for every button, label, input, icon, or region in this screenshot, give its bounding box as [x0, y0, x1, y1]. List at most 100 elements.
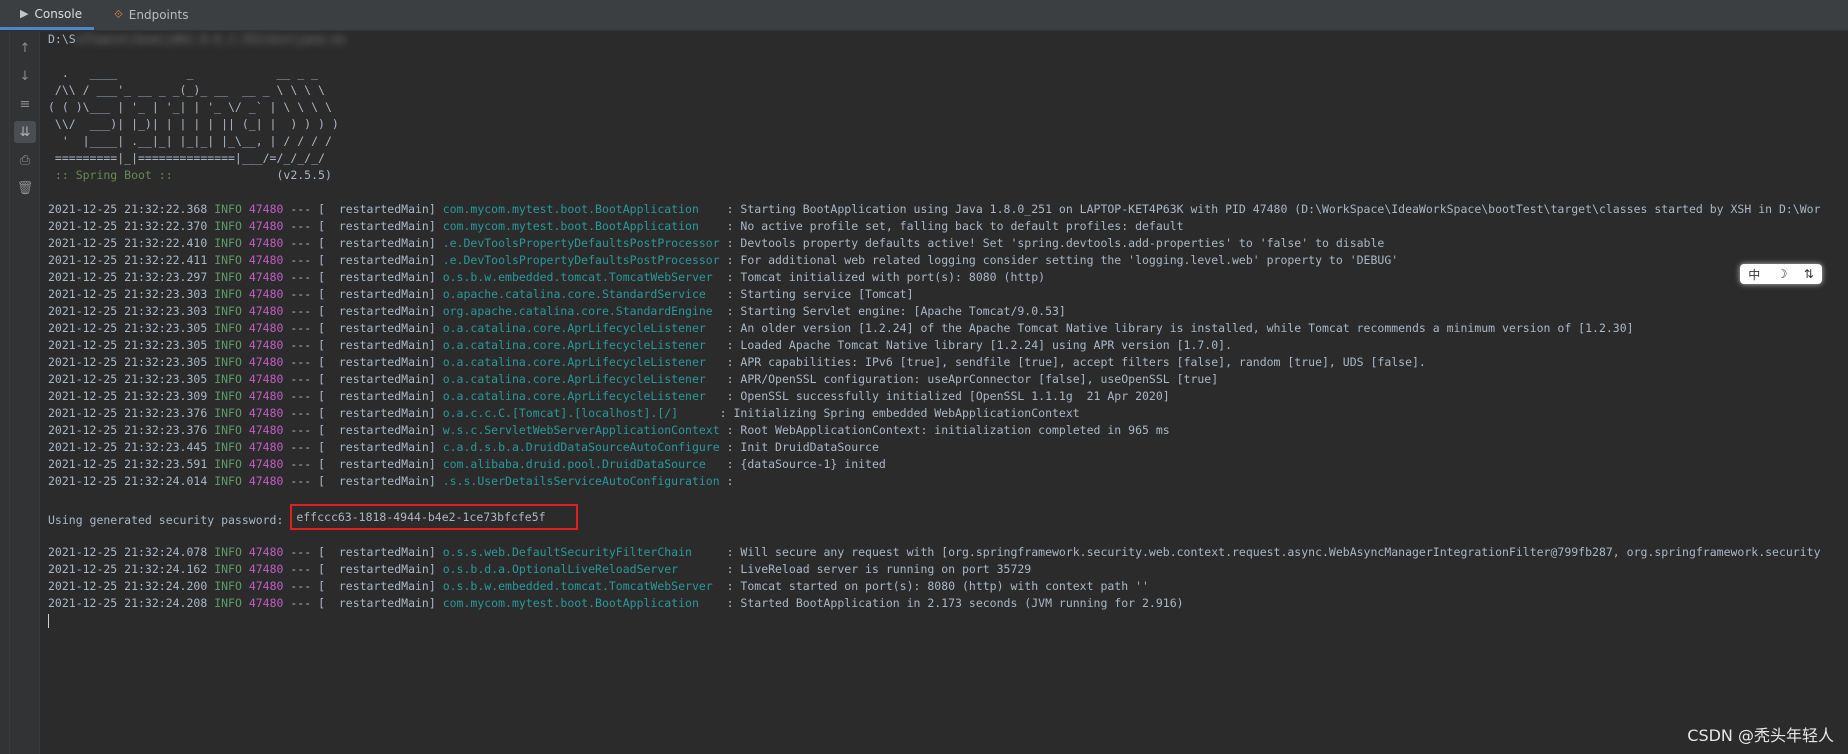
log-message: : Initializing Spring embedded WebApplic…: [719, 406, 1080, 420]
log-timestamp: 2021-12-25 21:32:23.591: [48, 457, 208, 471]
log-logger: w.s.c.ServletWebServerApplicationContext: [442, 423, 727, 437]
log-timestamp: 2021-12-25 21:32:24.208: [48, 596, 208, 610]
command-path-blurred: oftware\Java\jdk1.8.0_: [75, 32, 229, 46]
spring-boot-version-line: :: Spring Boot :: (v2.5.5): [40, 167, 1848, 184]
spring-boot-version: (v2.5.5): [179, 168, 332, 182]
log-pid: 47480: [248, 372, 284, 386]
log-pid: 47480: [248, 406, 284, 420]
log-line: 2021-12-25 21:32:23.303 INFO 47480 --- […: [40, 303, 1848, 320]
log-level: INFO: [214, 406, 242, 420]
log-pid: 47480: [248, 253, 284, 267]
tab-console[interactable]: ▶ Console: [0, 0, 95, 30]
input-cursor-line[interactable]: [40, 612, 1848, 629]
log-pid: 47480: [248, 474, 284, 488]
command-path-prefix: D:\S: [48, 32, 76, 46]
log-level: INFO: [214, 440, 242, 454]
log-message: : Starting service [Tomcat]: [726, 287, 914, 301]
ime-punct-icon[interactable]: ⇅: [1804, 267, 1814, 281]
banner-line: ( ( )\___ | '_ | '_| | '_ \/ _` | \ \ \ …: [48, 100, 332, 114]
log-pid: 47480: [248, 338, 284, 352]
log-level: INFO: [214, 236, 242, 250]
log-message: : For additional web related logging con…: [726, 253, 1399, 267]
log-pid: 47480: [248, 304, 284, 318]
ime-status-widget[interactable]: 中 ☽ ⇅: [1740, 264, 1822, 284]
log-timestamp: 2021-12-25 21:32:23.297: [48, 270, 208, 284]
log-pid: 47480: [248, 579, 284, 593]
log-pid: 47480: [248, 321, 284, 335]
log-message: : LiveReload server is running on port 3…: [726, 562, 1032, 576]
log-thread: --- [ restartedMain]: [283, 236, 443, 250]
log-thread: --- [ restartedMain]: [283, 389, 443, 403]
scroll-to-end-icon[interactable]: ⇊: [14, 121, 36, 143]
log-logger: o.s.b.w.embedded.tomcat.TomcatWebServer: [442, 579, 727, 593]
clear-all-icon[interactable]: 🗑: [14, 177, 36, 199]
log-message: : Will secure any request with [org.spri…: [726, 545, 1821, 559]
log-level: INFO: [214, 253, 242, 267]
log-level: INFO: [214, 474, 242, 488]
log-timestamp: 2021-12-25 21:32:24.014: [48, 474, 208, 488]
log-logger: o.a.catalina.core.AprLifecycleListener: [442, 389, 727, 403]
log-timestamp: 2021-12-25 21:32:24.200: [48, 579, 208, 593]
ime-chinese-icon[interactable]: 中: [1748, 266, 1760, 283]
log-logger: o.s.b.d.a.OptionalLiveReloadServer: [442, 562, 727, 576]
banner-line: /\\ / ___'_ __ _ _(_)_ __ __ _ \ \ \ \: [48, 83, 325, 97]
tab-endpoints[interactable]: ⟐ Endpoints: [94, 0, 200, 30]
log-timestamp: 2021-12-25 21:32:23.305: [48, 338, 208, 352]
log-message: : Root WebApplicationContext: initializa…: [726, 423, 1170, 437]
log-thread: --- [ restartedMain]: [283, 253, 443, 267]
command-line: D:\Software\Java\jdk1.8.0_2.251\bin\java…: [40, 31, 1848, 48]
tab-endpoints-label: Endpoints: [128, 8, 189, 22]
log-pid: 47480: [248, 287, 284, 301]
tool-window-tabbar: ▶ Console ⟐ Endpoints: [0, 0, 1848, 31]
log-logger: com.mycom.mytest.boot.BootApplication: [442, 596, 727, 610]
print-icon[interactable]: ⎙: [14, 149, 36, 171]
scroll-up-icon[interactable]: ↑: [14, 37, 36, 59]
log-timestamp: 2021-12-25 21:32:22.370: [48, 219, 208, 233]
tab-console-label: Console: [34, 6, 83, 21]
console-output[interactable]: D:\Software\Java\jdk1.8.0_2.251\bin\java…: [40, 31, 1848, 754]
password-label: Using generated security password:: [48, 513, 291, 527]
log-logger: o.a.catalina.core.AprLifecycleListener: [442, 372, 727, 386]
log-thread: --- [ restartedMain]: [283, 321, 443, 335]
log-line: 2021-12-25 21:32:24.200 INFO 47480 --- […: [40, 578, 1848, 595]
spring-banner: . ____ _ __ _ _ /\\ / ___'_ __ _ _(_)_ _…: [40, 65, 1848, 167]
log-level: INFO: [214, 219, 242, 233]
log-line: 2021-12-25 21:32:24.208 INFO 47480 --- […: [40, 595, 1848, 612]
ime-moon-icon[interactable]: ☽: [1777, 267, 1788, 281]
log-timestamp: 2021-12-25 21:32:23.376: [48, 406, 208, 420]
log-message: : Starting BootApplication using Java 1.…: [726, 202, 1821, 216]
log-thread: --- [ restartedMain]: [283, 596, 443, 610]
log-thread: --- [ restartedMain]: [283, 372, 443, 386]
scroll-down-icon[interactable]: ↓: [14, 65, 36, 87]
log-message: : APR capabilities: IPv6 [true], sendfil…: [726, 355, 1426, 369]
log-level: INFO: [214, 423, 242, 437]
log-line: 2021-12-25 21:32:22.368 INFO 47480 --- […: [40, 201, 1848, 218]
log-logger: org.apache.catalina.core.StandardEngine: [442, 304, 727, 318]
log-level: INFO: [214, 355, 242, 369]
command-path-suffix: 2.251\bin\java.ex: [228, 32, 346, 46]
log-timestamp: 2021-12-25 21:32:23.303: [48, 287, 208, 301]
log-thread: --- [ restartedMain]: [283, 287, 443, 301]
soft-wrap-icon[interactable]: ≡: [14, 93, 36, 115]
log-line: 2021-12-25 21:32:24.078 INFO 47480 --- […: [40, 544, 1848, 561]
log-thread: --- [ restartedMain]: [283, 406, 443, 420]
log-pid: 47480: [248, 355, 284, 369]
banner-line: . ____ _ __ _ _: [48, 66, 319, 80]
log-message: : Init DruidDataSource: [726, 440, 879, 454]
log-lines-after: 2021-12-25 21:32:24.078 INFO 47480 --- […: [40, 544, 1848, 612]
log-thread: --- [ restartedMain]: [283, 355, 443, 369]
log-pid: 47480: [248, 596, 284, 610]
log-timestamp: 2021-12-25 21:32:24.078: [48, 545, 208, 559]
log-timestamp: 2021-12-25 21:32:24.162: [48, 562, 208, 576]
log-logger: o.a.catalina.core.AprLifecycleListener: [442, 338, 727, 352]
log-line: 2021-12-25 21:32:23.305 INFO 47480 --- […: [40, 354, 1848, 371]
log-line: 2021-12-25 21:32:23.303 INFO 47480 --- […: [40, 286, 1848, 303]
log-pid: 47480: [248, 389, 284, 403]
log-line: 2021-12-25 21:32:23.305 INFO 47480 --- […: [40, 371, 1848, 388]
log-pid: 47480: [248, 270, 284, 284]
log-message: : Tomcat initialized with port(s): 8080 …: [726, 270, 1046, 284]
log-timestamp: 2021-12-25 21:32:23.305: [48, 355, 208, 369]
log-level: INFO: [214, 338, 242, 352]
log-line: 2021-12-25 21:32:23.445 INFO 47480 --- […: [40, 439, 1848, 456]
log-thread: --- [ restartedMain]: [283, 219, 443, 233]
